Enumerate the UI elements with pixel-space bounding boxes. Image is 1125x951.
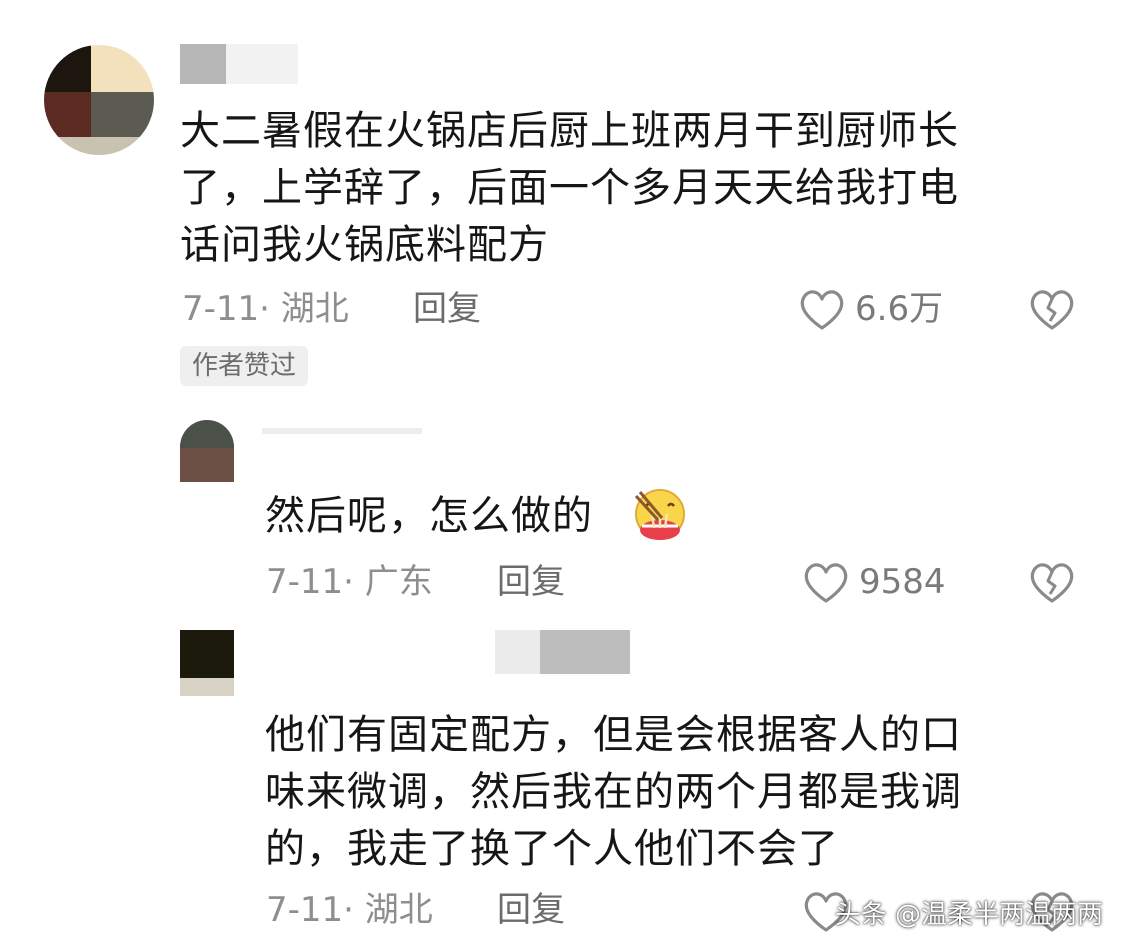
like-count: 6.6万	[855, 289, 944, 329]
comment-date-location: 7-11· 广东	[266, 562, 433, 602]
reply-button[interactable]: 回复	[413, 289, 481, 329]
avatar[interactable]	[180, 630, 234, 696]
username-blurred	[226, 44, 298, 84]
username-blurred	[495, 630, 540, 674]
heart-outline-icon[interactable]	[802, 561, 850, 605]
like-count: 9584	[859, 562, 946, 602]
username-blurred	[540, 630, 630, 674]
username-blurred	[180, 44, 226, 84]
comment-date-location: 7-11· 湖北	[182, 289, 349, 329]
reply-button[interactable]: 回复	[497, 890, 565, 930]
comment-text: 他们有固定配方，但是会根据客人的口 味来微调，然后我在的两个月都是我调 的，我走…	[265, 712, 962, 872]
comment-date-location: 7-11· 湖北	[266, 890, 433, 930]
watermark: 头条 @温柔半两温两两	[834, 900, 1103, 930]
username-blurred	[262, 428, 422, 434]
author-liked-badge: 作者赞过	[180, 346, 309, 386]
eating-noodles-emoji	[630, 486, 690, 544]
avatar[interactable]	[180, 420, 234, 482]
avatar[interactable]	[44, 45, 154, 155]
broken-heart-icon[interactable]	[1028, 288, 1076, 332]
heart-outline-icon[interactable]	[798, 288, 846, 332]
broken-heart-icon[interactable]	[1028, 561, 1076, 605]
reply-button[interactable]: 回复	[497, 562, 565, 602]
comment-text: 大二暑假在火锅店后厨上班两月干到厨师长 了，上学辞了，后面一个多月天天给我打电 …	[180, 108, 959, 268]
comment-text: 然后呢，怎么做的	[265, 493, 593, 539]
